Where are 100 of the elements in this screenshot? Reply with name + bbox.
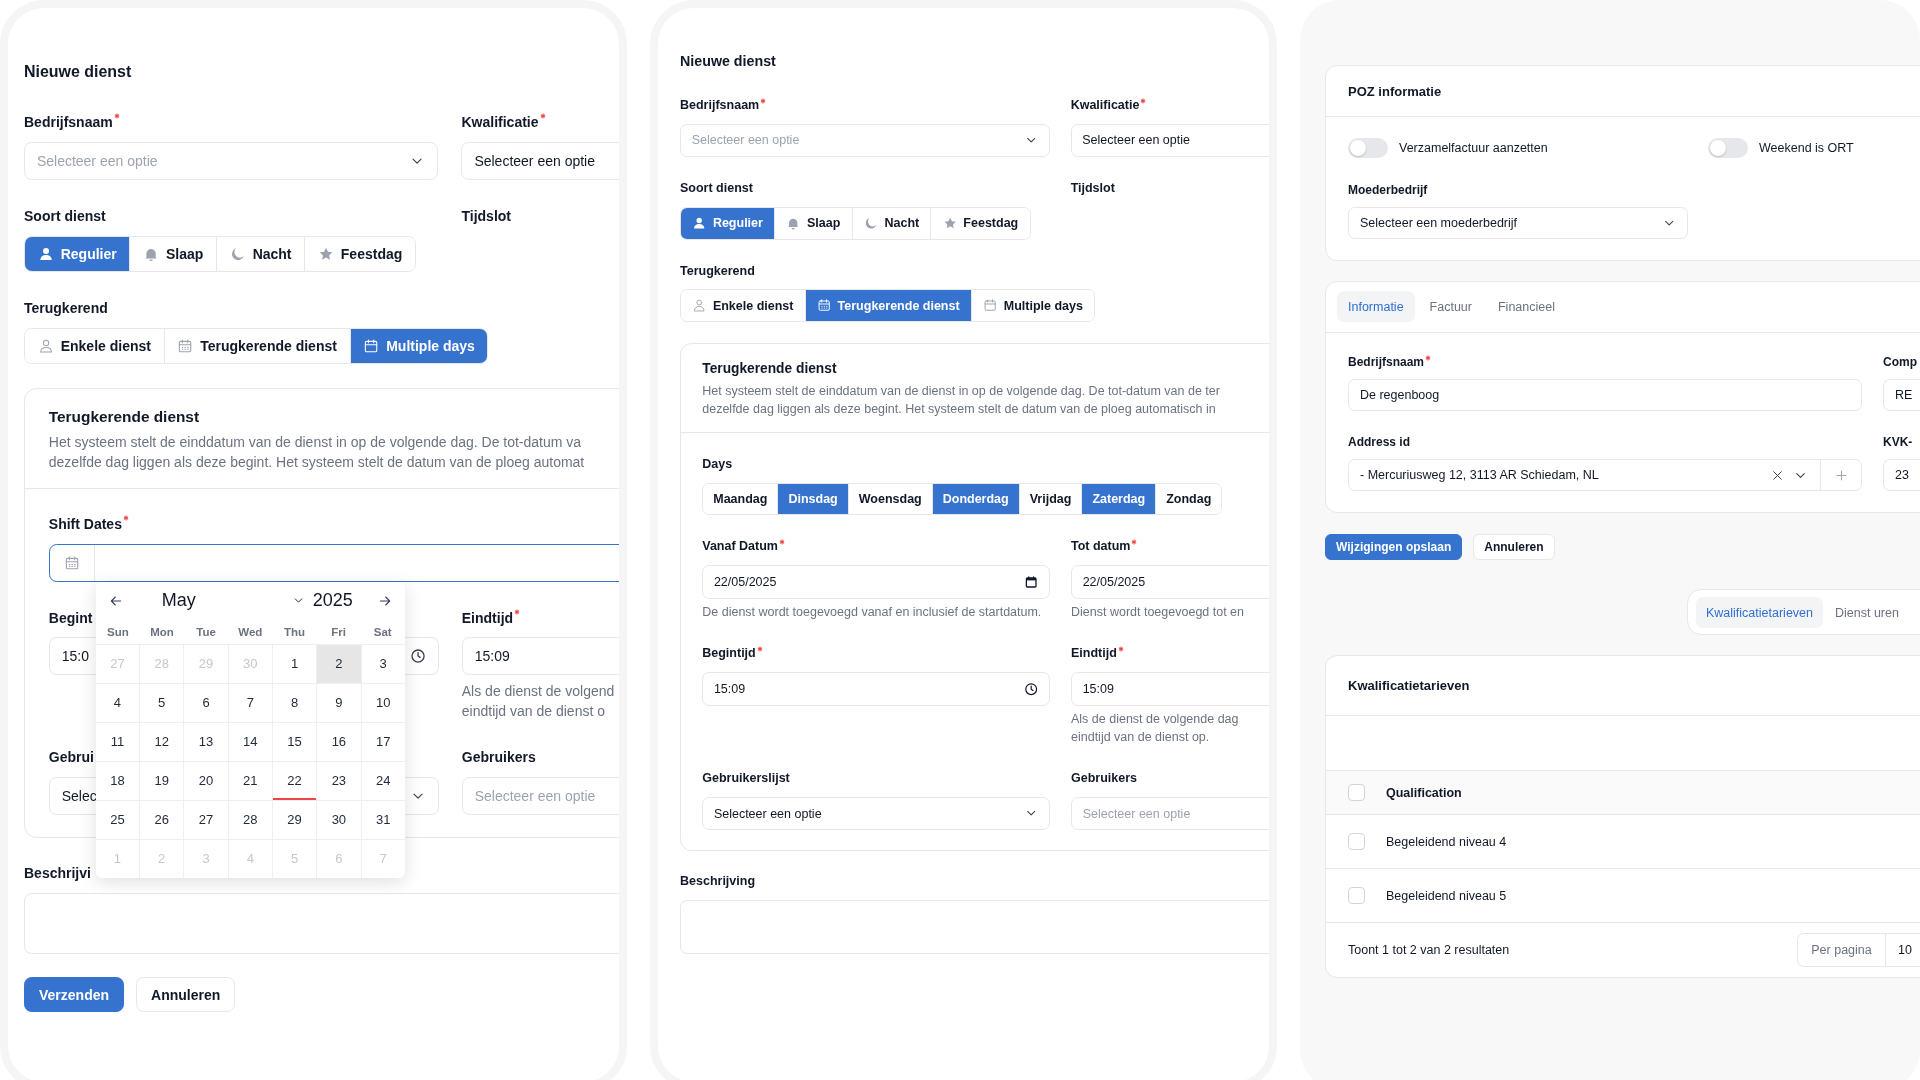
primary-button[interactable]: Wijzigingen opslaan <box>1325 534 1463 561</box>
text-field[interactable]: De regenboog <box>1348 379 1862 412</box>
select-field[interactable]: Selecteer een optie <box>1070 123 1269 158</box>
select-field[interactable]: Selecteer een moederbedrijf <box>1348 207 1688 240</box>
day-cell[interactable]: 16 <box>317 722 361 761</box>
day-cell[interactable]: 18 <box>95 761 140 800</box>
day-cell[interactable]: 28 <box>228 800 272 839</box>
table-cell: Begeleidend niveau 5 <box>1386 888 1507 903</box>
card-title: POZ informatie <box>1348 83 1442 99</box>
month-select[interactable]: May <box>131 590 305 612</box>
tab[interactable]: Kwalificatietarieven <box>1696 597 1823 629</box>
day-cell[interactable]: 29 <box>272 800 317 839</box>
text-field[interactable]: RE <box>1883 379 1920 412</box>
day-cell[interactable]: 10 <box>361 683 405 722</box>
field-label: Tijdslot <box>1070 180 1115 198</box>
weekday-label: Thu <box>282 625 306 638</box>
per-page-select[interactable]: 10 <box>1886 934 1920 967</box>
day-option[interactable]: Dinsdag <box>778 483 849 515</box>
day-cell[interactable]: 23 <box>317 761 361 800</box>
day-cell[interactable]: 20 <box>184 761 228 800</box>
day-option[interactable]: Maandag <box>703 483 779 515</box>
day-cell[interactable]: 31 <box>361 800 405 839</box>
calendar-icon <box>1024 574 1039 589</box>
field-label: Terugkerend <box>24 298 108 318</box>
checkbox[interactable] <box>1348 784 1365 802</box>
day-cell[interactable]: 13 <box>184 722 228 761</box>
field-label: Bedrijfsnaam <box>24 113 113 133</box>
segment-option[interactable]: Regulier <box>25 236 131 271</box>
day-cell[interactable]: 4 <box>95 683 140 722</box>
person-icon <box>692 298 707 313</box>
day-cell[interactable]: 12 <box>140 722 184 761</box>
day-cell[interactable]: 22 <box>272 761 317 800</box>
segment-option[interactable]: Terugkerende dienst <box>805 290 972 321</box>
select-field[interactable]: Selecteer een optie <box>461 142 619 180</box>
field-label: Tot datum <box>1071 538 1131 556</box>
clock-icon <box>409 648 426 665</box>
date-field[interactable] <box>48 543 619 582</box>
select-field[interactable]: - Mercuriusweg 12, 3113 AR Schiedam, NL <box>1348 459 1862 492</box>
secondary-button[interactable]: Annuleren <box>1473 534 1555 561</box>
day-cell[interactable]: 1 <box>272 644 317 683</box>
description-field[interactable] <box>24 892 619 954</box>
tab[interactable]: Informatie <box>1337 291 1415 323</box>
day-cell[interactable]: 21 <box>228 761 272 800</box>
day-option[interactable]: Donderdag <box>932 483 1020 515</box>
field-label: Begintijd <box>702 645 756 663</box>
section-title: Terugkerende dienst <box>48 407 201 428</box>
day-cell[interactable]: 8 <box>272 683 317 722</box>
description-field[interactable] <box>680 899 1269 955</box>
field-label: Begint <box>48 608 93 628</box>
day-cell[interactable]: 15 <box>272 722 317 761</box>
table-cell: Begeleidend niveau 4 <box>1386 834 1507 849</box>
select-field[interactable]: Selecteer een optie <box>702 796 1051 831</box>
time-field[interactable]: 15:09 <box>461 637 619 676</box>
toggle-switch[interactable] <box>1708 138 1748 158</box>
day-cell[interactable]: 30 <box>317 800 361 839</box>
date-field[interactable]: 22/05/2025 <box>702 564 1051 599</box>
weekday-label: Fri <box>330 625 347 638</box>
day-cell[interactable]: 9 <box>317 683 361 722</box>
time-field[interactable]: 15:09 <box>1071 671 1269 706</box>
segment-option[interactable]: Enkele dienst <box>25 328 165 364</box>
moon-icon <box>863 216 879 231</box>
day-cell[interactable]: 19 <box>140 761 184 800</box>
tab[interactable]: Dienst uren <box>1825 597 1909 629</box>
day-cell[interactable]: 27 <box>184 800 228 839</box>
segment-option[interactable]: Regulier <box>681 208 776 239</box>
calendar-icon <box>983 298 998 313</box>
tab[interactable]: Factuur <box>1418 291 1483 323</box>
toggle-switch[interactable] <box>1348 138 1388 158</box>
day-cell[interactable]: 11 <box>95 722 140 761</box>
checkbox[interactable] <box>1348 833 1365 851</box>
field-label: Gebruikerslijst <box>702 770 790 788</box>
day-cell[interactable]: 6 <box>184 683 228 722</box>
segment-option[interactable]: Enkele dienst <box>681 290 806 321</box>
day-cell[interactable]: 25 <box>95 800 140 839</box>
day-cell[interactable]: 26 <box>140 800 184 839</box>
day-cell[interactable]: 14 <box>228 722 272 761</box>
day-cell[interactable]: 3 <box>361 644 405 683</box>
plus-icon[interactable] <box>1833 467 1849 483</box>
checkbox[interactable] <box>1348 887 1365 905</box>
day-cell[interactable]: 2 <box>317 644 361 683</box>
field-label: Gebrui <box>48 748 94 768</box>
text-field[interactable]: 23 <box>1883 459 1920 492</box>
date-field[interactable]: 22/05/2025 <box>1071 564 1269 599</box>
day-cell[interactable]: 5 <box>140 683 184 722</box>
tab[interactable]: Financieel <box>1487 291 1566 323</box>
field-label: Gebruikers <box>461 748 536 768</box>
weekday-label: Mon <box>149 625 175 638</box>
toggle-label: Weekend is ORT <box>1759 141 1854 155</box>
field-label: Bedrijfsnaam <box>680 96 760 114</box>
year-select[interactable]: 2025 <box>310 590 369 612</box>
field-hint: De dienst wordt toegevoegd vanaf en inclusief de startdatum. <box>702 604 1043 622</box>
secondary-button[interactable]: Annuleren <box>136 977 236 1013</box>
day-cell[interactable]: 17 <box>361 722 405 761</box>
day-cell[interactable]: 7 <box>228 683 272 722</box>
segment-option[interactable]: Multiple days <box>350 328 488 364</box>
primary-button[interactable]: Verzenden <box>24 977 125 1013</box>
day-cell[interactable]: 24 <box>361 761 405 800</box>
time-field[interactable]: 15:09 <box>702 671 1051 706</box>
day-option[interactable]: Zaterdag <box>1082 483 1157 515</box>
calendar-icon <box>63 554 80 571</box>
